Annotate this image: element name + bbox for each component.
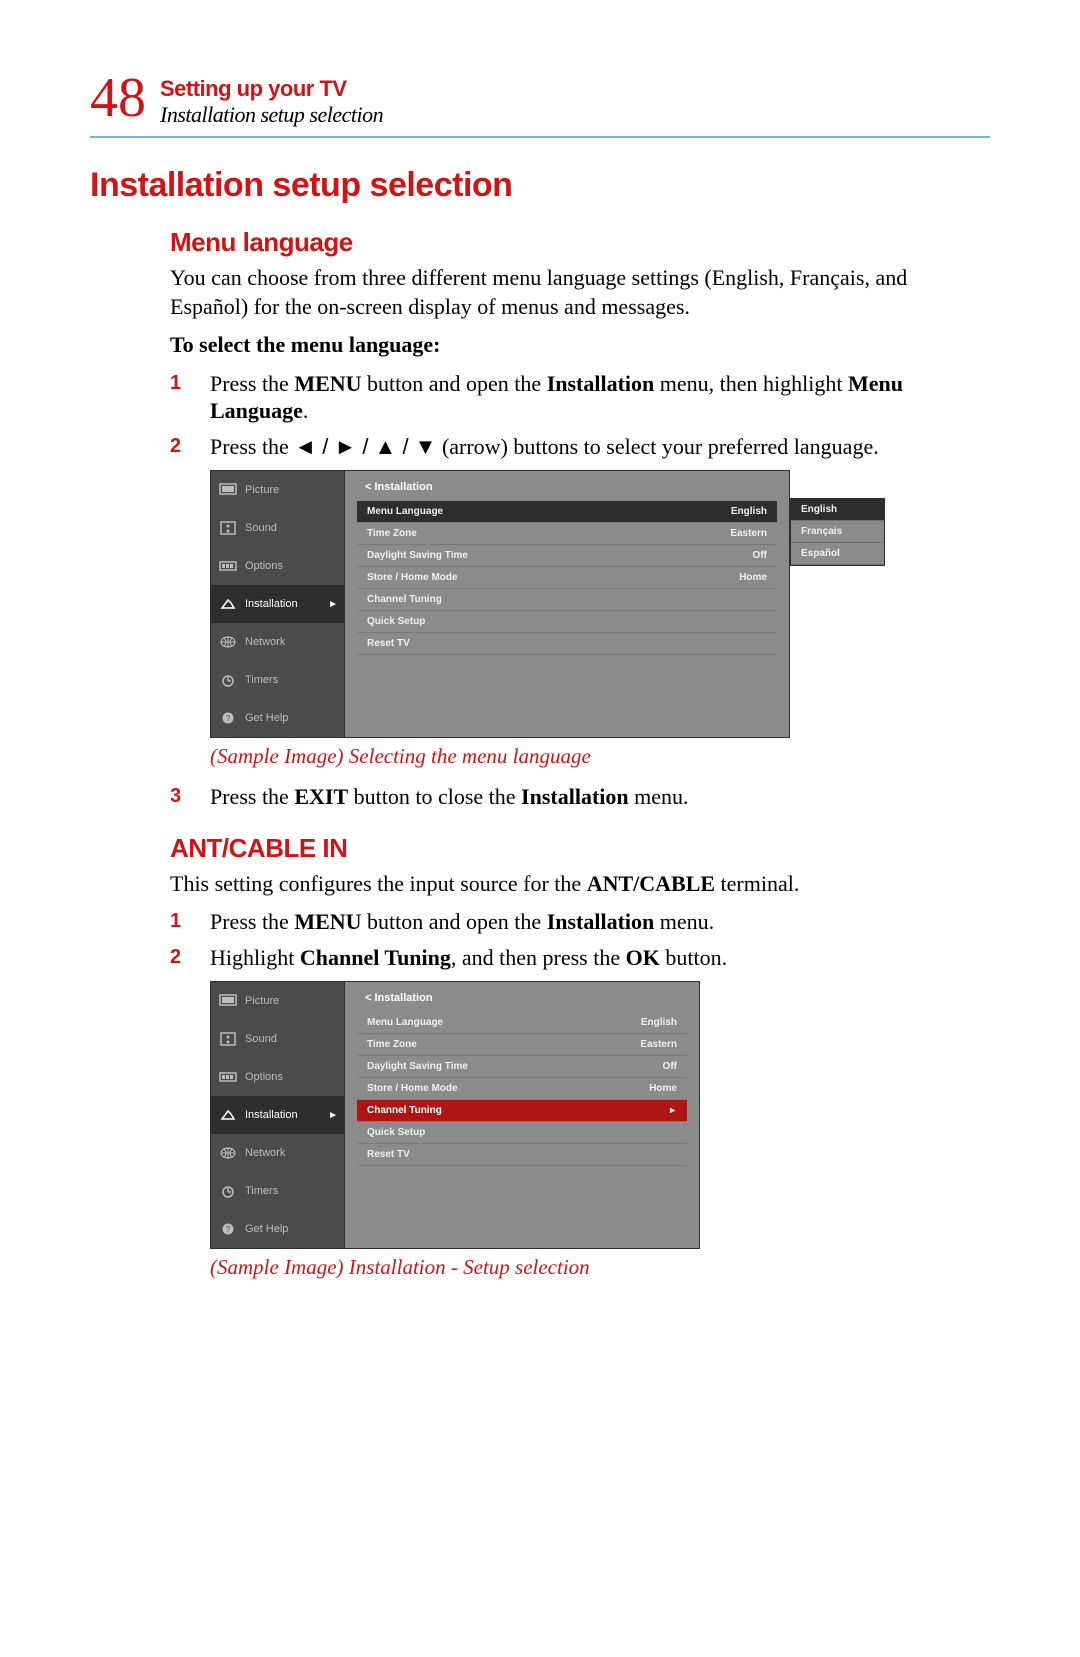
tv-row-reset-tv: Reset TV [357, 1144, 687, 1166]
tv-row-time-zone: Time ZoneEastern [357, 1034, 687, 1056]
header-divider [90, 136, 990, 138]
sidebar-item-picture: Picture [211, 471, 344, 509]
tv-row-channel-tuning: Channel Tuning [357, 589, 777, 611]
page-header: 48 Setting up your TV Installation setup… [90, 70, 990, 128]
ant-cable-heading: ANT/CABLE IN [170, 833, 990, 864]
svg-text:?: ? [226, 714, 231, 723]
sidebar-item-timers: Timers [211, 661, 344, 699]
step-number: 2 [170, 433, 210, 461]
arrow-glyphs: ◄ / ► / ▲ / ▼ [294, 434, 436, 459]
page-title: Installation setup selection [90, 166, 990, 205]
tv-row-quick-setup: Quick Setup [357, 1122, 687, 1144]
popup-item-english: English [791, 499, 884, 521]
network-icon [219, 635, 237, 649]
installation-icon [219, 1108, 237, 1122]
chevron-right-icon: ► [668, 1105, 677, 1116]
menu-language-heading: Menu language [170, 227, 990, 258]
tv-row-store-home: Store / Home ModeHome [357, 567, 777, 589]
step-1: 1 Press the MENU button and open the Ins… [170, 370, 990, 425]
sidebar-item-options: Options [211, 1058, 344, 1096]
tv-panel: < Installation Menu LanguageEnglish Time… [345, 470, 790, 738]
timers-icon [219, 673, 237, 687]
sidebar-item-options: Options [211, 547, 344, 585]
popup-item-espanol: Español [791, 543, 884, 565]
page-number: 48 [90, 70, 146, 126]
step-number: 1 [170, 908, 210, 936]
sound-icon [219, 1032, 237, 1046]
options-icon [219, 559, 237, 573]
tv-row-time-zone: Time ZoneEastern [357, 523, 777, 545]
step-number: 2 [170, 944, 210, 972]
sidebar-item-network: Network [211, 1134, 344, 1172]
tv-sidebar: Picture Sound Options Installation► Netw… [210, 981, 345, 1249]
sidebar-item-timers: Timers [211, 1172, 344, 1210]
chevron-right-icon: ► [328, 599, 338, 610]
sidebar-item-sound: Sound [211, 1020, 344, 1058]
step-text: Press the ◄ / ► / ▲ / ▼ (arrow) buttons … [210, 433, 879, 461]
options-icon [219, 1070, 237, 1084]
tv-row-reset-tv: Reset TV [357, 633, 777, 655]
popup-item-francais: Français [791, 521, 884, 543]
tv-panel: < Installation Menu LanguageEnglish Time… [345, 981, 700, 1249]
sidebar-item-gethelp: ?Get Help [211, 699, 344, 737]
step-text: Press the MENU button and open the Insta… [210, 370, 990, 425]
chevron-right-icon: ► [328, 1110, 338, 1121]
caption-2: (Sample Image) Installation - Setup sele… [210, 1255, 990, 1280]
step-2: 2 Press the ◄ / ► / ▲ / ▼ (arrow) button… [170, 433, 990, 461]
help-icon: ? [219, 1222, 237, 1236]
ant-step-1: 1 Press the MENU button and open the Ins… [170, 908, 990, 936]
sidebar-item-gethelp: ?Get Help [211, 1210, 344, 1248]
installation-icon [219, 597, 237, 611]
tv-panel-title: < Installation [345, 988, 699, 1012]
tv-language-popup: English Français Español [790, 498, 885, 566]
tv-row-menu-language: Menu LanguageEnglish [357, 1012, 687, 1034]
tv-row-dst: Daylight Saving TimeOff [357, 1056, 687, 1078]
step-text: Press the MENU button and open the Insta… [210, 908, 714, 936]
tv-row-quick-setup: Quick Setup [357, 611, 777, 633]
menu-language-subhead: To select the menu language: [170, 331, 990, 360]
caption-1: (Sample Image) Selecting the menu langua… [210, 744, 990, 769]
sidebar-item-network: Network [211, 623, 344, 661]
help-icon: ? [219, 711, 237, 725]
sidebar-item-installation: Installation► [211, 1096, 344, 1134]
sound-icon [219, 521, 237, 535]
tv-sidebar: Picture Sound Options Installation► Netw… [210, 470, 345, 738]
svg-text:?: ? [226, 1225, 231, 1234]
sidebar-item-installation: Installation► [211, 585, 344, 623]
tv-menu-screenshot-2: Picture Sound Options Installation► Netw… [210, 981, 700, 1249]
tv-menu-screenshot-1: Picture Sound Options Installation► Netw… [210, 470, 790, 738]
tv-row-store-home: Store / Home ModeHome [357, 1078, 687, 1100]
timers-icon [219, 1184, 237, 1198]
tv-panel-title: < Installation [345, 477, 789, 501]
ant-step-2: 2 Highlight Channel Tuning, and then pre… [170, 944, 990, 972]
step-number: 1 [170, 370, 210, 425]
tv-row-channel-tuning: Channel Tuning► [357, 1100, 687, 1122]
sidebar-item-picture: Picture [211, 982, 344, 1020]
tv-row-dst: Daylight Saving TimeOff [357, 545, 777, 567]
network-icon [219, 1146, 237, 1160]
picture-icon [219, 483, 237, 497]
step-text: Highlight Channel Tuning, and then press… [210, 944, 727, 972]
tv-row-menu-language: Menu LanguageEnglish [357, 501, 777, 523]
ant-cable-intro: This setting configures the input source… [170, 870, 990, 899]
sidebar-item-sound: Sound [211, 509, 344, 547]
section-subtitle: Installation setup selection [160, 102, 383, 128]
chapter-title: Setting up your TV [160, 76, 383, 102]
menu-language-intro: You can choose from three different menu… [170, 264, 990, 321]
picture-icon [219, 994, 237, 1008]
step-text: Press the EXIT button to close the Insta… [210, 783, 689, 811]
step-number: 3 [170, 783, 210, 811]
step-3: 3 Press the EXIT button to close the Ins… [170, 783, 990, 811]
